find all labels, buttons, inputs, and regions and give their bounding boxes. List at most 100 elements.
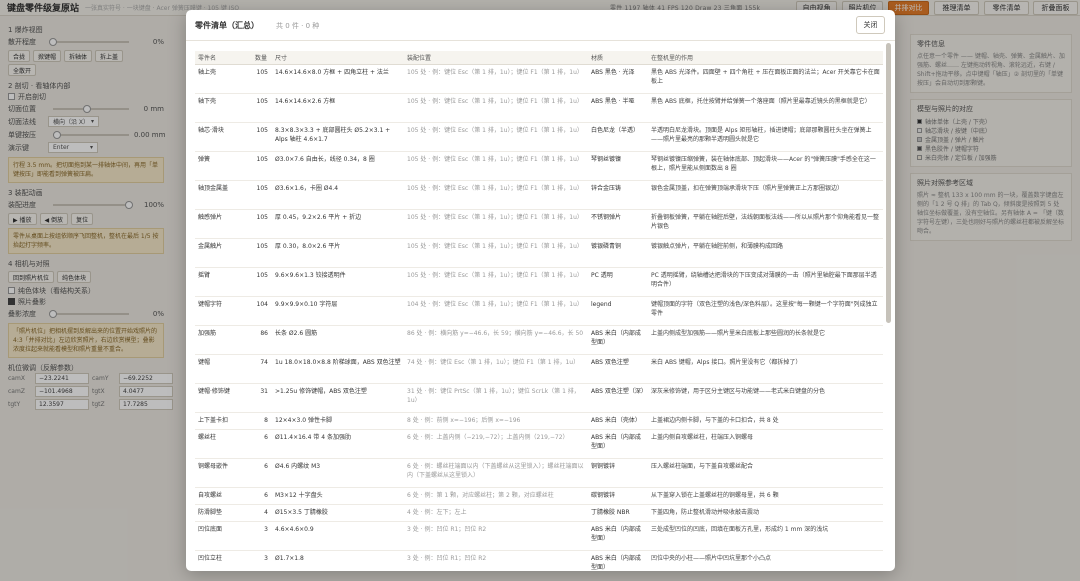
cell-mat: PC 透明 [588,267,648,297]
cell-size: 9.9×9.9×0.10 字符层 [272,296,404,326]
col-header-role: 在整机里的作用 [648,51,883,65]
cell-name: 键帽字符 [195,296,252,326]
cell-pos: 4 处 · 例：左下；左上 [404,504,588,522]
cell-size: Ø11.4×16.4 带 4 条加强肋 [272,429,404,459]
cell-mat: 锌合金压铸 [588,180,648,210]
cell-name: 触感弹片 [195,209,252,239]
cell-mat: ABS 米白（内部成型面） [588,429,648,459]
cell-mat: ABS 米白（壳体） [588,412,648,430]
cell-pos: 74 处 · 例：键位 Esc（第 1 排，1u）；键位 F1（第 1 排，1u… [404,354,588,384]
cell-qty: 105 [252,267,272,297]
cell-size: Ø3.0×7.6 自由长，线径 0.34，8 圈 [272,151,404,181]
cell-pos: 86 处 · 例：横向筋 y=−46.6，长 59；横向筋 y=−46.6，长 … [404,325,588,355]
cell-name: 轴下壳 [195,93,252,123]
cell-pos: 6 处 · 例：第 1 颗，对应螺丝柱；第 2 颗，对应螺丝柱 [404,487,588,505]
cell-qty: 105 [252,151,272,181]
table-row[interactable]: 加强筋 86 长条 Ø2.6 圆筋 86 处 · 例：横向筋 y=−46.6，长 59… [195,325,883,355]
cell-pos: 6 处 · 例：上盖内侧（−219,−72）；上盖内侧（219,−72） [404,429,588,459]
cell-name: 自攻螺丝 [195,487,252,505]
cell-pos: 105 处 · 例：键位 Esc（第 1 排，1u）；键位 F1（第 1 排，1… [404,209,588,239]
cell-qty: 4 [252,504,272,522]
table-row[interactable]: 轴上壳 105 14.6×14.6×8.0 方框 + 四角立柱 + 法兰 105 处 … [195,64,883,94]
col-header-qty: 数量 [252,51,272,65]
cell-desc: PC 透明摇臂，绕轴槽达把滑块的下压变成对薄膜的一击（照片里轴腔最下面那层半透明… [648,267,883,297]
table-row[interactable]: 铜螺母嵌件 6 Ø4.6 内螺纹 M3 6 处 · 例：螺丝柱端面以内（下盖螺丝从这里… [195,458,883,488]
cell-pos: 105 处 · 例：键位 Esc（第 1 排，1u）；键位 F1（第 1 排，1… [404,238,588,268]
cell-qty: 104 [252,296,272,326]
cell-desc: 镀银触点弹片，平躺在轴腔前侧，和薄膜构成回路 [648,238,883,268]
table-row[interactable]: 摇臂 105 9.6×9.6×1.3 铰接透明件 105 处 · 例：键位 Esc（第… [195,267,883,297]
cell-name: 凹位立柱 [195,550,252,571]
table-row[interactable]: 轴芯·滑块 105 8.3×8.3×3.3 + 底部圆柱头 Ø5.2×3.1 + A… [195,122,883,152]
table-row[interactable]: 自攻螺丝 6 M3×12 十字盘头 6 处 · 例：第 1 颗，对应螺丝柱；第 2 颗… [195,487,883,505]
table-row[interactable]: 键帽字符 104 9.9×9.9×0.10 字符层 104 处 · 例：键位 Esc（… [195,296,883,326]
cell-mat: ABS 米白（内部成型面） [588,521,648,551]
dialog-header: 零件清单（汇总） 共 0 件 · 0 种 关闭 [186,10,895,41]
cell-size: Ø15×3.5 丁腈橡胶 [272,504,404,522]
table-row[interactable]: 键帽·修饰键 31 >1.25u 修饰键帽，ABS 双色注塑 31 处 · 例：键位 … [195,383,883,413]
cell-qty: 3 [252,521,272,551]
cell-size: M3×12 十字盘头 [272,487,404,505]
table-row[interactable]: 轴下壳 105 14.6×14.6×2.6 方框 105 处 · 例：键位 Esc（第… [195,93,883,123]
cell-name: 凹位底面 [195,521,252,551]
col-header-material: 材质 [588,51,648,65]
cell-mat: 碳钢镀锌 [588,487,648,505]
table-row[interactable]: 键帽 74 1u 18.0×18.0×8.8 阶梯球面，ABS 双色注塑 74 处 ·… [195,354,883,384]
cell-pos: 105 处 · 例：键位 Esc（第 1 排，1u）；键位 F1（第 1 排，1… [404,180,588,210]
parts-count: 共 0 件 · 0 种 [276,22,320,30]
parts-table-container[interactable]: 零件名 数量 尺寸 装配位置 材质 在整机里的作用 轴上壳 105 14.6×14.… [195,51,883,571]
scrollbar-thumb[interactable] [886,43,891,323]
table-row[interactable]: 上下盖卡扣 8 12×4×3.0 弹性卡脚 8 处 · 例：前侧 x=−196；后侧 … [195,412,883,430]
scrollbar[interactable] [885,43,892,568]
table-row[interactable]: 弹簧 105 Ø3.0×7.6 自由长，线径 0.34，8 圈 105 处 · 例：键… [195,151,883,181]
cell-pos: 105 处 · 例：键位 Esc（第 1 排，1u）；键位 F1（第 1 排，1… [404,151,588,181]
cell-name: 防滑脚垫 [195,504,252,522]
cell-qty: 8 [252,412,272,430]
table-row[interactable]: 触感弹片 105 厚 0.45，9.2×2.6 平片 + 折边 105 处 · 例：键… [195,209,883,239]
parts-table: 零件名 数量 尺寸 装配位置 材质 在整机里的作用 轴上壳 105 14.6×14.… [195,51,883,571]
table-header-row: 零件名 数量 尺寸 装配位置 材质 在整机里的作用 [195,51,883,65]
cell-desc: 深灰米修饰键，用于区分主键区与功能键——老式米白键盘的分色 [648,383,883,413]
cell-pos: 3 处 · 例：凹位 R1；凹位 R2 [404,550,588,571]
cell-mat: ABS 米白（内部成型面） [588,325,648,355]
cell-size: 14.6×14.6×2.6 方框 [272,93,404,123]
cell-desc: 上盖裙边内侧卡脚，与下盖的卡口扣合，共 8 处 [648,412,883,430]
table-row[interactable]: 防滑脚垫 4 Ø15×3.5 丁腈橡胶 4 处 · 例：左下；左上 丁腈橡胶 NBR 下盖… [195,504,883,522]
cell-qty: 74 [252,354,272,384]
col-header-size: 尺寸 [272,51,404,65]
cell-name: 摇臂 [195,267,252,297]
cell-qty: 105 [252,238,272,268]
table-row[interactable]: 轴顶金属盖 105 Ø3.6×1.6，卡圈 Ø4.4 105 处 · 例：键位 Esc… [195,180,883,210]
cell-mat: 白色尼龙（半透） [588,122,648,152]
col-header-name: 零件名 [195,51,252,65]
cell-mat: 琴钢丝镀镍 [588,151,648,181]
cell-pos: 31 处 · 例：键位 PrtSc（第 1 排，1u）；键位 ScrLk（第 1… [404,383,588,413]
cell-desc: 米白 ABS 键帽，Alps 接口。照片里没有它（都拆掉了） [648,354,883,384]
cell-qty: 6 [252,458,272,488]
cell-qty: 6 [252,429,272,459]
cell-name: 金属触片 [195,238,252,268]
cell-desc: 键帽顶面的字符（双色注塑的浅色/深色料层）。这里按"每一颗键一个字符面"列成独立… [648,296,883,326]
cell-desc: 半透明白尼龙滑块。顶面是 Alps 矩形轴柱，插进键帽；底部那颗圆柱头坐在弹簧上… [648,122,883,152]
cell-size: 12×4×3.0 弹性卡脚 [272,412,404,430]
table-row[interactable]: 凹位立柱 3 Ø1.7×1.8 3 处 · 例：凹位 R1；凹位 R2 ABS 米白（内… [195,550,883,571]
cell-mat: ABS 黑色 · 半哑 [588,93,648,123]
cell-qty: 105 [252,209,272,239]
table-row[interactable]: 金属触片 105 厚 0.30，8.0×2.6 平片 105 处 · 例：键位 Esc… [195,238,883,268]
cell-name: 轴上壳 [195,64,252,94]
table-row[interactable]: 螺丝柱 6 Ø11.4×16.4 带 4 条加强肋 6 处 · 例：上盖内侧（−219… [195,429,883,459]
close-button[interactable]: 关闭 [856,16,885,34]
cell-size: 长条 Ø2.6 圆筋 [272,325,404,355]
cell-qty: 6 [252,487,272,505]
cell-mat: ABS 黑色 · 光泽 [588,64,648,94]
cell-desc: 银色金属顶盖，扣在弹簧顶端承滑块下压（照片里弹簧正上方那圈银边） [648,180,883,210]
cell-name: 加强筋 [195,325,252,355]
cell-qty: 31 [252,383,272,413]
cell-name: 铜螺母嵌件 [195,458,252,488]
cell-size: 9.6×9.6×1.3 铰接透明件 [272,267,404,297]
cell-size: Ø4.6 内螺纹 M3 [272,458,404,488]
cell-desc: 凹位中央的小柱——照片中凹坑里那个小凸点 [648,550,883,571]
cell-qty: 105 [252,93,272,123]
cell-desc: 上盖内侧成型加强筋——照片里米白底板上那些圆润的长条就是它 [648,325,883,355]
table-row[interactable]: 凹位底面 3 4.6×4.6×0.9 3 处 · 例：凹位 R1；凹位 R2 ABS 米… [195,521,883,551]
